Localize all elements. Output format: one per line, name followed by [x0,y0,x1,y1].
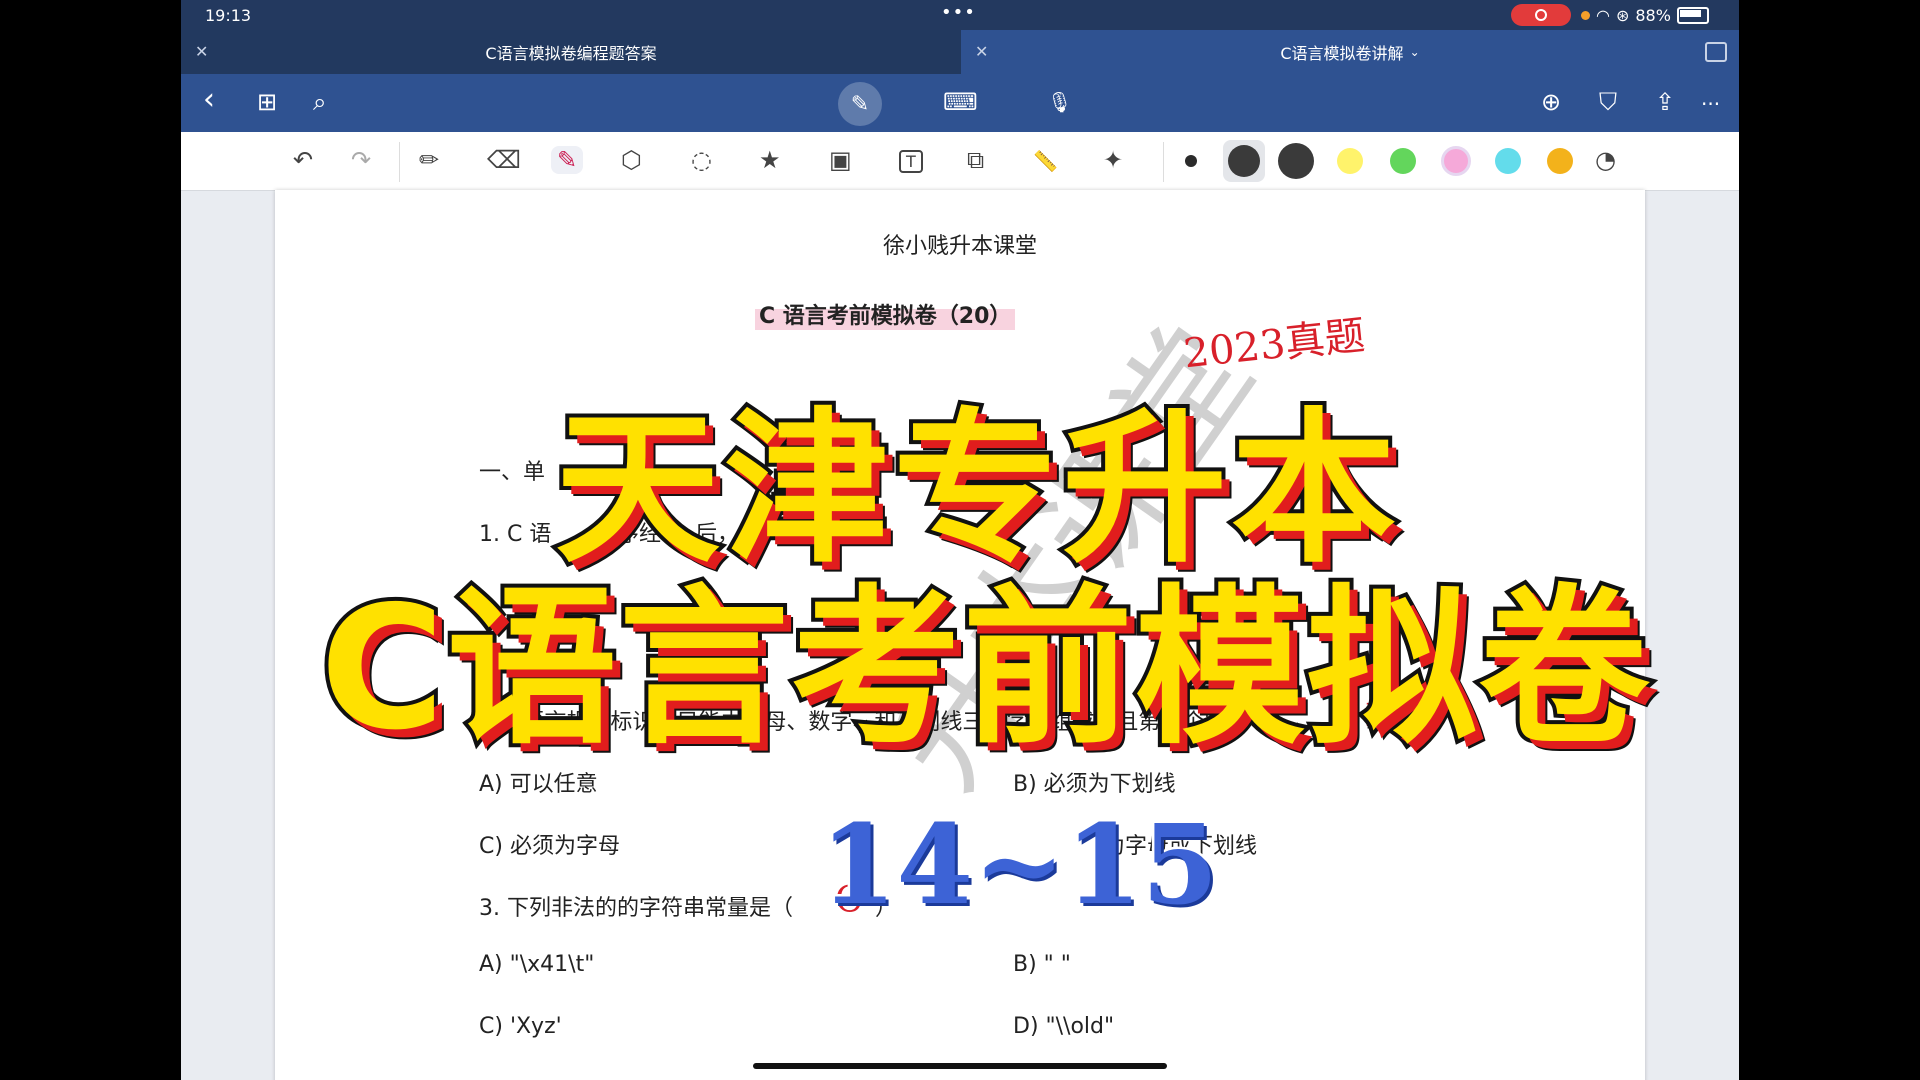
microphone-icon[interactable]: 🎙 [1047,90,1072,114]
search-icon[interactable]: ⌕ [313,88,326,116]
highlighter-icon[interactable]: ✎ [551,146,584,174]
toolbar-divider [399,142,400,182]
more-icon[interactable]: ··· [1701,92,1720,116]
screen-record-icon[interactable] [1511,4,1571,26]
status-time: 19:13 [205,6,252,25]
lock-rotation-icon: ⊛ [1615,6,1630,25]
wifi-icon: ◠ [1596,6,1610,25]
tab-exam-explanation[interactable]: ✕ C语言模拟卷讲解 ⌄ [961,30,1739,74]
document-title: C 语言考前模拟卷（20） [755,298,1016,330]
image-search-icon[interactable]: ⧉ [967,146,984,174]
chevron-down-icon[interactable]: ⌄ [1410,45,1420,59]
toolbar-divider [1163,142,1164,182]
tab-label: C语言模拟卷讲解 [1280,44,1404,63]
split-view-icon[interactable] [1705,42,1727,62]
color-swatch-black[interactable] [1278,143,1314,179]
tab-programming-answers[interactable]: ✕ C语言模拟卷编程题答案 [181,30,961,74]
overlay-episode-range: 14~15 [817,798,1220,932]
color-swatch-orange[interactable] [1547,148,1573,174]
keyboard-icon[interactable]: ⌨ [943,88,978,116]
text-box-icon[interactable]: T [899,150,923,173]
color-swatch-pink-selected[interactable] [1441,146,1471,176]
shapes-icon[interactable]: ⬡ [621,146,642,174]
close-tab-icon[interactable]: ✕ [975,42,988,61]
add-page-icon[interactable]: ⊕ [1541,88,1561,116]
back-icon[interactable]: ‹ [203,82,215,117]
color-swatch-cyan[interactable] [1495,148,1521,174]
color-swatch-yellow[interactable] [1337,148,1363,174]
close-tab-icon[interactable]: ✕ [195,42,208,61]
pen-mode-icon[interactable]: ✎ [838,82,882,126]
eraser-icon[interactable]: ⌫ [487,146,521,174]
multitasking-dots[interactable]: ••• [941,2,976,23]
drawing-toolbar: ↶ ↷ ✏ ⌫ ✎ ⬡ ◌ ★ ▣ T ⧉ 📏 ✦ ◔ [181,132,1739,191]
q3-option-b: B) " " [1013,952,1071,977]
q3-option-a: A) "\x41\t" [479,952,595,977]
stroke-size-small[interactable] [1185,155,1197,167]
laser-pointer-icon[interactable]: ✦ [1103,146,1123,174]
battery-percent: 88% [1635,6,1671,25]
ruler-icon[interactable]: 📏 [1033,149,1058,173]
battery-icon [1676,7,1709,24]
navigation-bar: ‹ ⊞ ⌕ ✎ ⌨ 🎙 ⊕ ⛉ ⇪ ··· [181,74,1739,132]
home-indicator[interactable] [753,1063,1167,1069]
bookmark-icon[interactable]: ⛉ [1599,88,1617,116]
undo-icon[interactable]: ↶ [293,146,313,174]
overlay-title-line-2: C语言考前模拟卷 [316,566,1653,772]
image-icon[interactable]: ▣ [829,146,852,174]
system-indicators: ◠ ⊛ 88% [1581,6,1709,25]
color-picker-icon[interactable]: ◔ [1595,146,1616,174]
color-swatch-green[interactable] [1390,148,1416,174]
share-icon[interactable]: ⇪ [1655,88,1675,116]
tab-label: C语言模拟卷编程题答案 [485,44,657,63]
pen-tool-icon[interactable]: ✏ [419,146,439,174]
color-swatch-dark[interactable] [1228,145,1260,177]
q3-option-c: C) 'Xyz' [479,1014,562,1039]
lasso-icon[interactable]: ◌ [691,146,712,174]
redo-icon[interactable]: ↷ [351,146,371,174]
q3-option-d: D) "\\old" [1013,1014,1115,1039]
page-header: 徐小贱升本课堂 [882,234,1037,259]
sticker-icon[interactable]: ★ [759,146,781,174]
section-heading: 一、单 [479,460,546,485]
mic-in-use-indicator [1581,11,1590,20]
status-bar: 19:13 ••• ◠ ⊛ 88% [181,0,1739,30]
q2-option-c: C) 必须为字母 [479,834,620,859]
tab-bar: ✕ C语言模拟卷编程题答案 ✕ C语言模拟卷讲解 ⌄ [181,30,1739,74]
grid-icon[interactable]: ⊞ [257,88,277,116]
question-3: 3. 下列非法的的字符串常量是（ [479,896,793,921]
